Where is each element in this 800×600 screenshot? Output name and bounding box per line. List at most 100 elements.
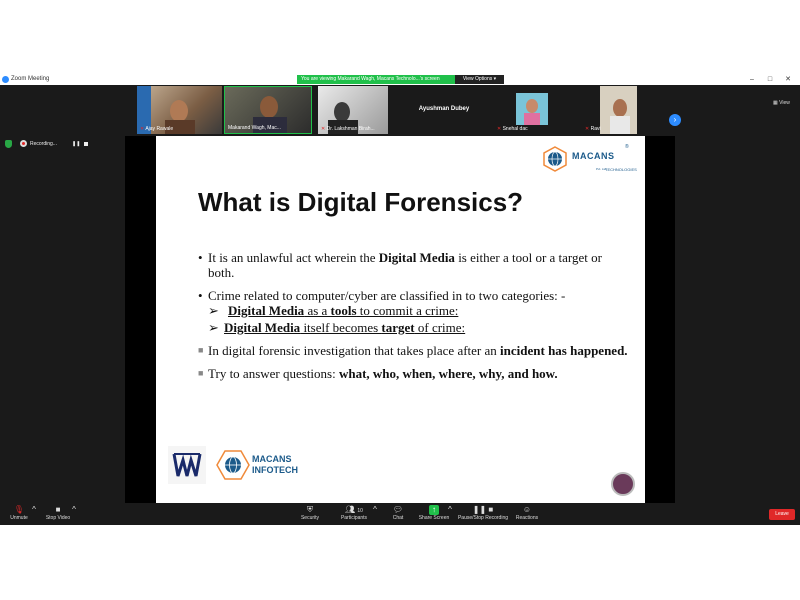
pause-recording-label: Pause/Stop Recording: [457, 515, 509, 521]
audio-options-caret[interactable]: ^: [30, 505, 38, 515]
bullet-text: Crime related to computer/cyber are clas…: [208, 288, 566, 303]
bullet-item: • Crime related to computer/cyber are cl…: [198, 288, 628, 303]
caret-up-icon: ^: [72, 505, 76, 514]
participants-icon: 👥︎ 10: [345, 505, 363, 514]
stop-video-label: Stop Video: [45, 515, 71, 521]
bullet-bold: Digital Media: [378, 250, 455, 265]
window-title: Zoom Meeting: [11, 76, 50, 82]
caret-up-icon: ^: [373, 505, 377, 514]
logo-brand: MACANS: [572, 151, 615, 161]
reactions-label: Reactions: [515, 515, 539, 521]
logo-subtitle: TECHNOLOGIES: [605, 167, 637, 172]
bottom-brand-line1: MACANS: [252, 454, 292, 464]
participant-name: Makarand Wagh, Mac...: [228, 125, 281, 131]
chevron-right-icon: ›: [673, 115, 677, 124]
registered-mark: ®: [625, 144, 629, 150]
bottom-logos: MACANS INFOTECH: [168, 446, 318, 486]
sub-bold: target: [381, 320, 415, 335]
pause-stop-icon: ❚❚ ■: [472, 505, 494, 514]
participant-name: ✕ Dr. Lakshman Birah...: [321, 126, 375, 133]
sub-text: itself becomes: [300, 320, 382, 335]
zoom-window: Zoom Meeting You are viewing Makarand Wa…: [0, 74, 800, 525]
title-bar: Zoom Meeting You are viewing Makarand Wa…: [0, 74, 800, 85]
pause-recording-icon[interactable]: ❚❚: [72, 139, 80, 149]
recording-icon: [20, 140, 27, 147]
bullet-item: ■ In digital forensic investigation that…: [198, 343, 628, 358]
participant-name-text: Snehal dac: [502, 126, 528, 132]
presentation-slide: MACANS TECHNOLOGIES Pvt. Ltd. ® What is …: [156, 136, 645, 503]
slide-bullets: • It is an unlawful act wherein the Digi…: [198, 250, 628, 381]
participants-label: Participants: [340, 515, 368, 521]
mic-muted-icon: ✕: [497, 126, 502, 132]
next-participants-button[interactable]: ›: [669, 114, 681, 126]
sub-bullet-text: Digital Media as a tools to commit a cri…: [228, 303, 458, 318]
caret-up-icon: ^: [448, 505, 452, 514]
participant-name: ✕ Ravi: [585, 126, 601, 133]
view-button[interactable]: ▦ View: [773, 100, 790, 106]
slide-title: What is Digital Forensics?: [198, 187, 524, 217]
minimize-button[interactable]: –: [746, 74, 758, 85]
participant-tile[interactable]: ✕ Ravi: [582, 86, 637, 134]
viewing-banner: You are viewing Makarand Wagh, Macans Te…: [297, 75, 463, 84]
share-screen-icon: ↑: [429, 505, 439, 515]
bullet-bold: what, who, when, where, why, and how.: [338, 366, 558, 381]
grid-icon: ▦: [773, 100, 778, 106]
participant-tile[interactable]: ✕ Ajay Rawale: [137, 86, 222, 134]
arrow-bullet-icon: ➢: [208, 303, 219, 318]
bullet-dot-icon: •: [198, 250, 203, 265]
bullet-text: In digital forensic investigation that t…: [208, 343, 501, 358]
pause-stop-recording-button[interactable]: ❚❚ ■ Pause/Stop Recording: [457, 505, 509, 522]
zoom-app-icon: [2, 76, 9, 83]
security-shield-icon: [5, 140, 12, 148]
sub-bold: tools: [330, 303, 357, 318]
participant-name-text: Dr. Lakshman Birah...: [326, 126, 375, 132]
mic-muted-icon: ✕: [321, 126, 326, 132]
leave-button[interactable]: Leave: [769, 509, 795, 520]
sub-text: of crime:: [414, 320, 466, 335]
participants-count: 10: [357, 508, 363, 514]
arrow-bullet-icon: ➢: [208, 320, 219, 335]
participant-name: ✕ Ajay Rawale: [140, 126, 173, 133]
participant-tile-active[interactable]: Makarand Wagh, Mac...: [224, 86, 312, 134]
participant-tile[interactable]: ✕ Dr. Lakshman Birah...: [318, 86, 388, 134]
smiley-icon: ☺︎: [522, 505, 532, 514]
security-button[interactable]: ⛨ Security: [296, 505, 324, 522]
mic-muted-icon: ✕: [585, 126, 590, 132]
stop-recording-icon[interactable]: [84, 142, 88, 146]
sub-bold: Digital Media: [228, 303, 305, 318]
participant-strip: ✕ Ajay Rawale Makarand Wagh, Mac... ✕ Dr…: [0, 85, 800, 135]
bottom-brand-line2: INFOTECH: [252, 465, 298, 475]
security-label: Security: [300, 515, 320, 521]
bullet-text: Try to answer questions:: [208, 366, 339, 381]
video-options-caret[interactable]: ^: [70, 505, 78, 515]
sub-text: as a: [304, 303, 331, 318]
participant-tile[interactable]: ✕ Snehal dac: [494, 86, 579, 134]
share-screen-label: Share Screen: [418, 515, 450, 521]
sub-text: to commit a crime:: [356, 303, 459, 318]
bullet-dot-icon: •: [198, 288, 203, 303]
globe-hex-icon: [216, 450, 250, 480]
slide-avatar-icon: [611, 472, 635, 496]
sub-bullet-item: ➢ Digital Media as a tools to commit a c…: [208, 303, 628, 318]
view-options-button[interactable]: View Options ▾: [455, 75, 504, 84]
bullet-item: ■ Try to answer questions: what, who, wh…: [198, 366, 628, 381]
reactions-button[interactable]: ☺︎ Reactions: [514, 505, 540, 522]
sub-bold: Digital Media: [224, 320, 301, 335]
share-options-caret[interactable]: ^: [446, 505, 454, 515]
maximize-button[interactable]: □: [764, 74, 776, 85]
shared-screen: MACANS TECHNOLOGIES Pvt. Ltd. ® What is …: [125, 136, 675, 503]
recording-indicator: Recording... ❚❚: [2, 139, 92, 149]
bullet-text: It is an unlawful act wherein the: [208, 250, 379, 265]
participants-options-caret[interactable]: ^: [371, 505, 379, 515]
chat-button[interactable]: 💬︎ Chat: [388, 505, 408, 522]
participant-tile[interactable]: Ayushman Dubey: [394, 86, 494, 134]
view-label: View: [779, 100, 790, 106]
participant-name: ✕ Snehal dac: [497, 126, 528, 133]
close-button[interactable]: ✕: [782, 74, 794, 85]
bullet-square-icon: ■: [198, 368, 204, 378]
bullet-item: • It is an unlawful act wherein the Digi…: [198, 250, 628, 280]
recording-label: Recording...: [30, 141, 57, 147]
macans-technologies-logo: MACANS TECHNOLOGIES Pvt. Ltd. ®: [542, 144, 637, 175]
participants-button[interactable]: 👥︎ 10 Participants: [337, 505, 371, 522]
bullet-square-icon: ■: [198, 345, 204, 355]
